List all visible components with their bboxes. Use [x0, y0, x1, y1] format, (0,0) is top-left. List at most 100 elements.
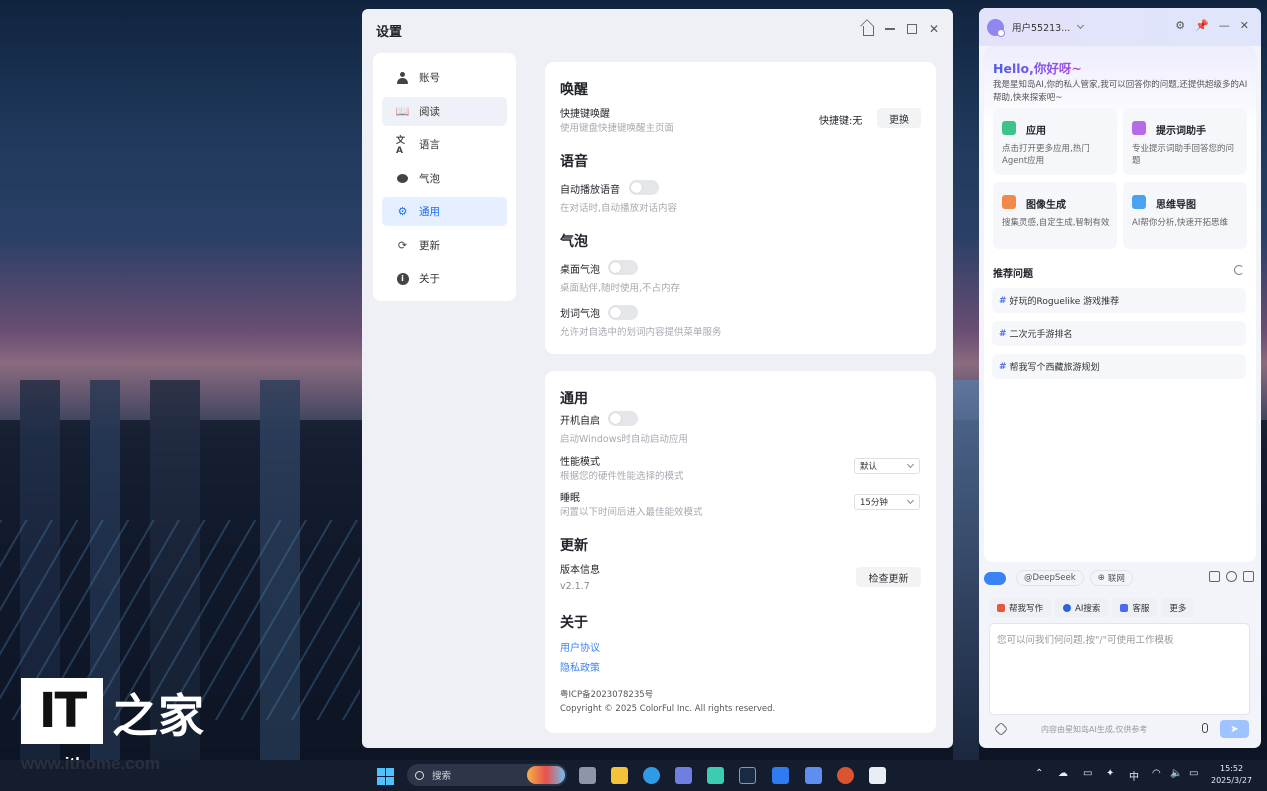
taskbar-search[interactable]: 搜索 [407, 764, 567, 786]
privacy-policy-link[interactable]: 隐私政策 [560, 659, 600, 674]
write-button[interactable]: 帮我写作 [989, 598, 1052, 617]
sidebar-item-about[interactable]: i 关于 [382, 264, 507, 293]
intro-text: 我是星知岛AI,你的私人管家,我可以回答你的问题,还提供超级多的AI帮助,快来探… [993, 80, 1248, 103]
app-icon[interactable] [772, 767, 789, 784]
feature-desc: 点击打开更多应用,热门Agent应用 [1002, 144, 1090, 166]
hash-icon: # [999, 361, 1007, 372]
settings-window: 设置 ✕ 账号 📖 阅读 文A 语言 气泡 ⚙ 通用 ⟳ 更新 i 关于 唤醒 … [362, 9, 953, 748]
app-icon[interactable] [869, 767, 886, 784]
app-icon[interactable] [805, 767, 822, 784]
history-icon[interactable] [1226, 571, 1237, 582]
startup-desc: 启动Windows时自动启动应用 [560, 434, 688, 445]
store-icon[interactable] [675, 767, 692, 784]
app-icon[interactable] [707, 767, 724, 784]
settings-card-wake-voice-bubble: 唤醒 快捷键唤醒 使用键盘快捷键唤醒主页面 快捷键:无 更换 语音 自动播放语音… [545, 62, 936, 354]
powerpoint-icon[interactable] [837, 767, 854, 784]
customer-service-button[interactable]: 客服 [1112, 598, 1158, 617]
more-button[interactable]: 更多 [1161, 598, 1195, 617]
volume-icon[interactable]: 🔈 [1170, 768, 1182, 779]
basket-icon[interactable] [1209, 571, 1220, 582]
clock[interactable]: 15:52 2025/3/27 [1211, 763, 1252, 787]
chevron-down-icon[interactable] [1077, 21, 1085, 30]
feature-card-apps[interactable]: 应用 点击打开更多应用,热门Agent应用 [993, 108, 1117, 175]
person-icon [396, 71, 409, 84]
close-icon[interactable]: ✕ [1240, 19, 1249, 32]
gear-icon[interactable]: ⚙ [1175, 19, 1185, 32]
send-button[interactable]: ➤ [1220, 720, 1249, 738]
sleep-select[interactable]: 15分钟 [854, 494, 920, 510]
sidebar-item-bubble[interactable]: 气泡 [382, 164, 507, 193]
change-shortcut-button[interactable]: 更换 [877, 108, 921, 128]
bubble-icon [396, 172, 409, 185]
sidebar-item-update[interactable]: ⟳ 更新 [382, 231, 507, 260]
assistant-body: Hello,你好呀~ 我是星知岛AI,你的私人管家,我可以回答你的问题,还提供超… [984, 46, 1256, 562]
mic-icon[interactable] [1202, 723, 1208, 733]
select-bubble-toggle[interactable] [608, 305, 638, 320]
question-item[interactable]: # 二次元手游排名 [992, 321, 1246, 346]
copyright-text: Copyright © 2025 ColorFul Inc. All right… [560, 704, 776, 714]
web-search-chip[interactable]: ⊕ 联网 [1089, 570, 1133, 586]
chat-input[interactable]: 您可以问我们何问题,按"/"可使用工作模板 [989, 623, 1250, 715]
autoplay-toggle[interactable] [629, 180, 659, 195]
refresh-icon: ⟳ [397, 238, 408, 252]
wifi-icon[interactable]: ◠ [1152, 768, 1161, 779]
user-agreement-link[interactable]: 用户协议 [560, 639, 600, 654]
sidebar-item-label: 气泡 [419, 172, 440, 185]
deepseek-chip[interactable]: @DeepSeek [1016, 570, 1084, 586]
file-explorer-icon[interactable] [611, 767, 628, 784]
steam-icon[interactable] [739, 767, 756, 784]
maximize-button[interactable] [905, 21, 919, 37]
ai-search-button[interactable]: AI搜索 [1055, 598, 1109, 617]
about-heading: 关于 [560, 615, 588, 631]
question-text: 好玩的Roguelike 游戏推荐 [1009, 297, 1120, 307]
question-item[interactable]: # 帮我写个西藏旅游规划 [992, 354, 1246, 379]
minimize-button[interactable] [883, 21, 897, 37]
cloud-icon[interactable] [984, 571, 1006, 585]
chevron-up-icon[interactable]: ⌃ [1035, 768, 1043, 779]
search-icon [1063, 603, 1072, 612]
avatar[interactable] [987, 18, 1005, 37]
perf-mode-desc: 根据您的硬件性能选择的模式 [560, 471, 684, 482]
desktop-bubble-label: 桌面气泡 [560, 265, 600, 276]
question-item[interactable]: # 好玩的Roguelike 游戏推荐 [992, 288, 1246, 313]
send-icon: ➤ [1230, 723, 1239, 735]
update-heading: 更新 [560, 538, 588, 554]
pin-icon[interactable]: 📌 [1195, 19, 1209, 32]
feature-title: 提示词助手 [1156, 126, 1206, 137]
tray-icon[interactable]: ✦ [1106, 768, 1114, 779]
sidebar-item-general[interactable]: ⚙ 通用 [382, 197, 507, 226]
ime-indicator[interactable]: 中 [1129, 768, 1139, 783]
perf-mode-value: 默认 [860, 462, 878, 472]
task-view-icon[interactable] [579, 767, 596, 784]
shortcut-label: 快捷键唤醒 [560, 109, 610, 120]
edge-icon[interactable] [643, 767, 660, 784]
sidebar-item-language[interactable]: 文A 语言 [382, 130, 507, 159]
sidebar-item-account[interactable]: 账号 [382, 63, 507, 92]
username[interactable]: 用户55213... [1012, 20, 1070, 34]
startup-toggle[interactable] [608, 411, 638, 426]
attach-link-icon[interactable] [993, 721, 1009, 737]
chat-input-placeholder: 您可以问我们何问题,按"/"可使用工作模板 [997, 635, 1174, 646]
check-update-button[interactable]: 检查更新 [856, 567, 921, 587]
feature-title: 应用 [1026, 126, 1046, 137]
perf-mode-select[interactable]: 默认 [854, 458, 920, 474]
desktop-bubble-toggle[interactable] [608, 260, 638, 275]
start-button[interactable] [377, 768, 394, 785]
refresh-icon[interactable] [1234, 265, 1244, 275]
tray-icon[interactable]: ▭ [1083, 768, 1092, 779]
sidebar-item-reading[interactable]: 📖 阅读 [382, 96, 507, 126]
feature-card-prompt[interactable]: 提示词助手 专业提示词助手回答您的问题 [1123, 108, 1247, 175]
close-button[interactable]: ✕ [927, 21, 941, 37]
settings-titlebar: 设置 ✕ [362, 9, 953, 51]
time: 15:52 [1219, 764, 1244, 773]
new-chat-icon[interactable] [1243, 571, 1254, 582]
home-button[interactable] [861, 21, 875, 37]
minimize-icon[interactable]: — [1219, 19, 1230, 32]
feature-card-image[interactable]: 图像生成 搜集灵感,自定生成,智制有效 [993, 182, 1117, 249]
search-icon [415, 770, 424, 780]
web-search-label: 联网 [1107, 574, 1125, 584]
tray-icon[interactable]: ☁ [1058, 768, 1068, 779]
feature-card-mindmap[interactable]: 思维导图 AI帮你分析,快速开拓思维 [1123, 182, 1247, 249]
battery-icon[interactable]: ▭ [1189, 768, 1198, 779]
image-icon [1002, 195, 1016, 209]
